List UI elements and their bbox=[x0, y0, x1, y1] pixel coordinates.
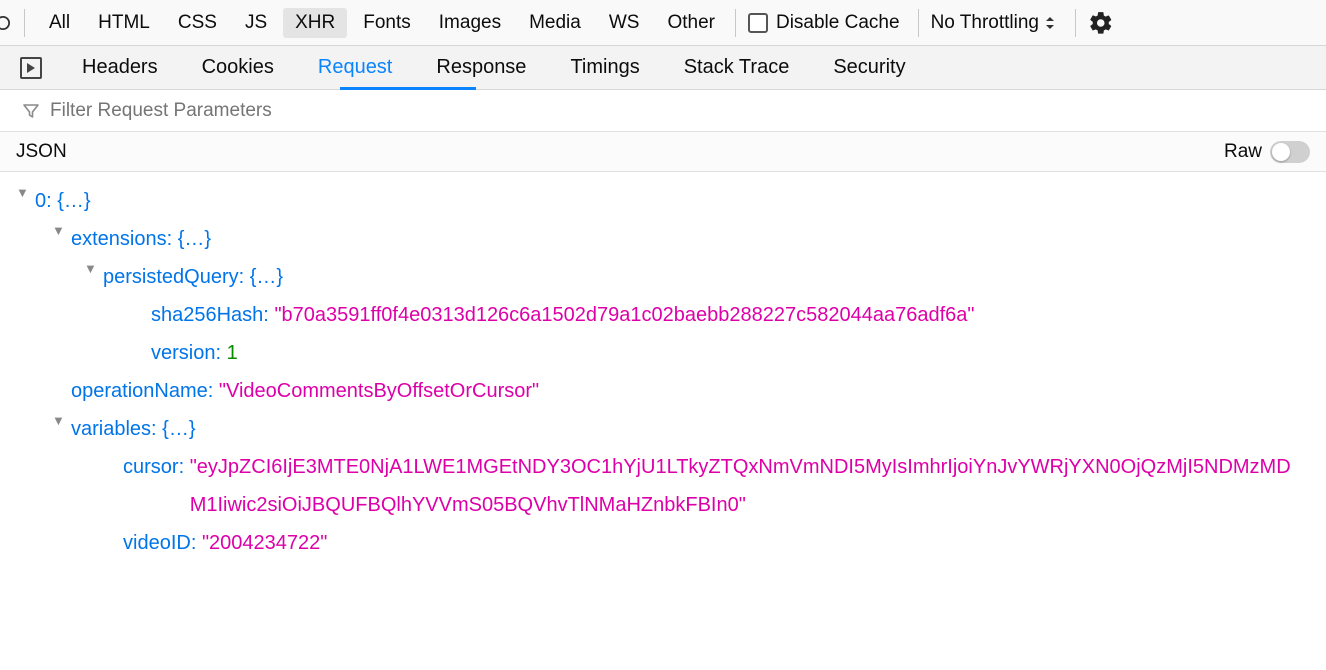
disable-cache-checkbox[interactable]: Disable Cache bbox=[748, 12, 900, 34]
active-tab-underline bbox=[340, 87, 476, 90]
tab-security[interactable]: Security bbox=[833, 46, 905, 90]
filter-tab-css[interactable]: CSS bbox=[166, 8, 229, 38]
network-filter-toolbar: All HTML CSS JS XHR Fonts Images Media W… bbox=[0, 0, 1326, 46]
tree-row-cursor[interactable]: ▼ cursor: "eyJpZCI6IjE3MTE0NjA1LWE1MGEtN… bbox=[16, 448, 1310, 524]
raw-toggle[interactable] bbox=[1270, 141, 1310, 163]
filter-tabs: All HTML CSS JS XHR Fonts Images Media W… bbox=[37, 0, 731, 45]
tab-request[interactable]: Request bbox=[318, 46, 393, 90]
tree-row-operationname[interactable]: ▼ operationName: "VideoCommentsByOffsetO… bbox=[16, 372, 1310, 410]
filter-row bbox=[0, 90, 1326, 132]
json-key: version: bbox=[151, 334, 221, 372]
json-key: extensions: bbox=[71, 220, 172, 258]
sort-arrows-icon bbox=[1045, 16, 1055, 30]
twisty-icon: ▼ bbox=[52, 409, 66, 434]
json-label: JSON bbox=[16, 141, 67, 163]
tree-row-persistedquery[interactable]: ▼ persistedQuery: {…} bbox=[16, 258, 1310, 296]
json-section-header: JSON Raw bbox=[0, 132, 1326, 172]
json-value: 1 bbox=[227, 334, 238, 372]
tree-row-videoid[interactable]: ▼ videoID: "2004234722" bbox=[16, 524, 1310, 562]
filter-tab-xhr[interactable]: XHR bbox=[283, 8, 347, 38]
tab-response[interactable]: Response bbox=[436, 46, 526, 90]
json-value: "VideoCommentsByOffsetOrCursor" bbox=[219, 372, 539, 410]
json-brace: {…} bbox=[178, 220, 211, 258]
tab-timings[interactable]: Timings bbox=[570, 46, 639, 90]
json-value: "2004234722" bbox=[202, 524, 327, 562]
json-key: sha256Hash: bbox=[151, 296, 269, 334]
toolbar-divider-3 bbox=[918, 9, 919, 37]
json-key: variables: bbox=[71, 410, 157, 448]
tree-row-root[interactable]: ▼ 0: {…} bbox=[16, 182, 1310, 220]
filter-tab-fonts[interactable]: Fonts bbox=[351, 8, 423, 38]
throttling-select[interactable]: No Throttling bbox=[931, 12, 1055, 34]
json-key: 0: bbox=[35, 182, 52, 220]
json-value: "b70a3591ff0f4e0313d126c6a1502d79a1c02ba… bbox=[274, 296, 974, 334]
filter-input[interactable] bbox=[50, 100, 450, 122]
json-key: videoID: bbox=[123, 524, 196, 562]
raw-label: Raw bbox=[1224, 141, 1262, 163]
tree-row-sha256hash[interactable]: ▼ sha256Hash: "b70a3591ff0f4e0313d126c6a… bbox=[16, 296, 1310, 334]
twisty-icon: ▼ bbox=[16, 181, 30, 206]
filter-tab-images[interactable]: Images bbox=[427, 8, 513, 38]
json-key: operationName: bbox=[71, 372, 213, 410]
json-brace: {…} bbox=[162, 410, 195, 448]
filter-tab-ws[interactable]: WS bbox=[597, 8, 652, 38]
json-value: "eyJpZCI6IjE3MTE0NjA1LWE1MGEtNDY3OC1hYjU… bbox=[190, 448, 1310, 524]
toolbar-divider-4 bbox=[1075, 9, 1076, 37]
tab-stack-trace[interactable]: Stack Trace bbox=[684, 46, 790, 90]
tree-row-version[interactable]: ▼ version: 1 bbox=[16, 334, 1310, 372]
toolbar-divider-2 bbox=[735, 9, 736, 37]
json-brace: {…} bbox=[57, 182, 90, 220]
json-key: cursor: bbox=[123, 448, 184, 486]
disable-cache-label: Disable Cache bbox=[776, 12, 900, 34]
tree-row-extensions[interactable]: ▼ extensions: {…} bbox=[16, 220, 1310, 258]
toolbar-icon[interactable] bbox=[0, 0, 10, 46]
gear-icon[interactable] bbox=[1088, 10, 1114, 36]
filter-tab-js[interactable]: JS bbox=[233, 8, 279, 38]
twisty-icon: ▼ bbox=[52, 219, 66, 244]
pause-resume-icon[interactable] bbox=[20, 57, 42, 79]
tab-headers[interactable]: Headers bbox=[82, 46, 158, 90]
toolbar-divider bbox=[24, 9, 25, 37]
tree-row-variables[interactable]: ▼ variables: {…} bbox=[16, 410, 1310, 448]
filter-tab-media[interactable]: Media bbox=[517, 8, 593, 38]
json-brace: {…} bbox=[250, 258, 283, 296]
request-detail-tabs: Headers Cookies Request Response Timings… bbox=[0, 46, 1326, 90]
funnel-icon bbox=[22, 102, 40, 120]
checkbox-icon bbox=[748, 13, 768, 33]
twisty-icon: ▼ bbox=[84, 257, 98, 282]
json-tree: ▼ 0: {…} ▼ extensions: {…} ▼ persistedQu… bbox=[0, 172, 1326, 572]
filter-tab-other[interactable]: Other bbox=[655, 8, 727, 38]
toggle-knob bbox=[1272, 143, 1290, 161]
filter-tab-all[interactable]: All bbox=[37, 8, 82, 38]
json-key: persistedQuery: bbox=[103, 258, 244, 296]
filter-tab-html[interactable]: HTML bbox=[86, 8, 162, 38]
tab-cookies[interactable]: Cookies bbox=[202, 46, 274, 90]
throttling-label: No Throttling bbox=[931, 12, 1039, 34]
